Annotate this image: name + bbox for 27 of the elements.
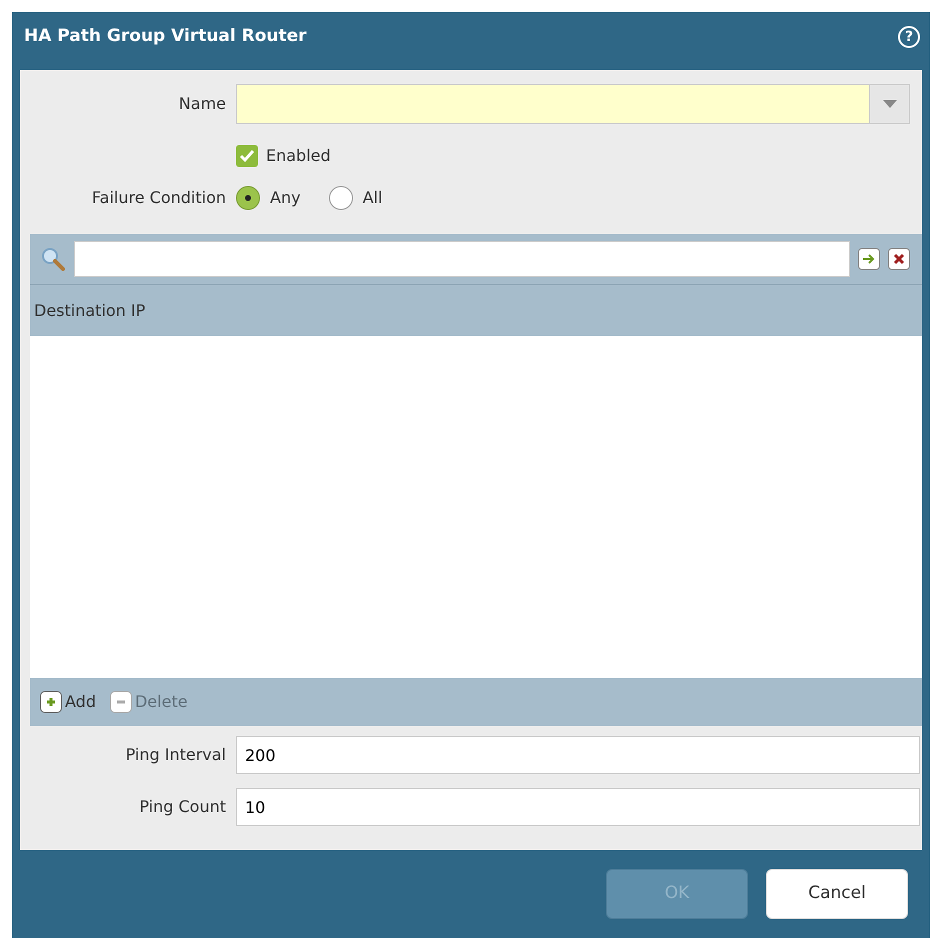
checkbox-label: Enabled: [266, 145, 331, 167]
cancel-button[interactable]: Cancel: [766, 869, 908, 919]
field-label: Name: [178, 93, 226, 115]
clear-filter-button[interactable]: [888, 248, 910, 270]
field-label: Ping Count: [138, 796, 226, 818]
search-field[interactable]: [74, 241, 850, 277]
radio-button[interactable]: [328, 186, 353, 210]
ping-count-field[interactable]: 10: [236, 788, 920, 826]
caret-icon[interactable]: [882, 100, 896, 108]
name-combobox[interactable]: [236, 84, 910, 124]
arrow-icon: [862, 253, 876, 265]
help-icon[interactable]: ?: [898, 26, 920, 48]
add-button[interactable]: Add: [40, 690, 96, 714]
radio-button[interactable]: [236, 186, 260, 210]
field-label: Failure Condition: [90, 187, 226, 209]
apply-filter-button[interactable]: [858, 248, 880, 270]
window-title: HA Path Group Virtual Router: [24, 25, 307, 48]
radio-label: Any: [270, 187, 301, 209]
ping-interval-field[interactable]: 200: [236, 736, 920, 774]
radio-label: All: [362, 187, 382, 209]
check-icon: [239, 149, 255, 163]
search-icon: [40, 246, 66, 272]
close-icon: [893, 253, 905, 265]
plus-icon: [44, 695, 58, 709]
field-label: Ping Interval: [124, 744, 226, 766]
checkbox[interactable]: [236, 145, 258, 167]
column-header[interactable]: Destination IP: [34, 298, 146, 322]
